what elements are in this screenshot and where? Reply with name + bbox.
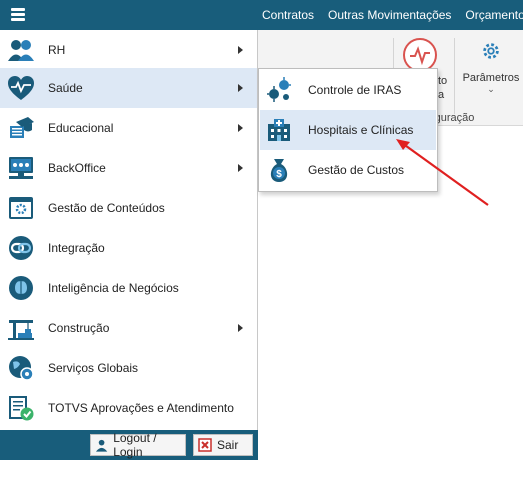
submenu-item-controle-iras[interactable]: Controle de IRAS xyxy=(260,70,436,110)
menu-item-servicos-globais[interactable]: Serviços Globais xyxy=(0,348,257,388)
ribbon-partial-label: to xyxy=(438,75,448,87)
menu-item-label: BackOffice xyxy=(48,161,106,175)
monitor-button[interactable] xyxy=(403,38,437,72)
crane-icon xyxy=(8,320,34,340)
approval-doc-icon xyxy=(9,396,34,421)
logout-login-button[interactable]: Logout / Login xyxy=(90,431,186,459)
chain-link-icon xyxy=(9,236,33,260)
menu-item-label: Gestão de Conteúdos xyxy=(48,201,165,215)
chevron-right-icon xyxy=(238,84,243,92)
parametros-button[interactable]: Parâmetros ⌄ xyxy=(462,36,520,100)
annotation-arrow-icon xyxy=(396,139,489,206)
gear-icon xyxy=(483,43,499,59)
menu-item-label: TOTVS Aprovações e Atendimento xyxy=(48,401,234,415)
menu-item-integracao[interactable]: Integração xyxy=(0,228,257,268)
chevron-right-icon xyxy=(238,124,243,132)
menu-item-backoffice[interactable]: BackOffice xyxy=(0,148,257,188)
sair-label: Sair xyxy=(217,438,239,452)
brain-icon xyxy=(9,276,33,300)
app-window: Contratos Outras Movimentações Orçamento… xyxy=(0,0,523,478)
menu-item-label: Saúde xyxy=(48,81,83,95)
hamburger-menu-icon[interactable] xyxy=(11,8,25,22)
ribbon-separator xyxy=(454,38,455,114)
money-bag-icon: $ xyxy=(270,159,288,182)
chevron-right-icon xyxy=(238,324,243,332)
menu-item-label: RH xyxy=(48,43,66,57)
monitor-icon xyxy=(9,157,33,179)
logout-login-label: Logout / Login xyxy=(113,431,157,459)
user-icon xyxy=(95,439,108,452)
exit-icon xyxy=(198,438,212,452)
sair-button[interactable]: Sair xyxy=(193,434,253,456)
hospital-icon xyxy=(268,119,290,141)
module-menu-panel: RH Saúde Educacional BackOffice Gestão d… xyxy=(0,30,258,460)
people-icon xyxy=(8,40,34,61)
menu-item-totvs-aprovacoes[interactable]: TOTVS Aprovações e Atendimento xyxy=(0,388,257,428)
menu-item-rh[interactable]: RH xyxy=(0,30,257,70)
menu-item-gestao-conteudos[interactable]: Gestão de Conteúdos xyxy=(0,188,257,228)
top-menu: Contratos Outras Movimentações Orçamento xyxy=(262,0,523,30)
submenu-item-label: Controle de IRAS xyxy=(308,83,402,97)
graduation-icon xyxy=(10,117,34,138)
chevron-right-icon xyxy=(238,164,243,172)
menu-outras-movimentacoes[interactable]: Outras Movimentações xyxy=(328,8,451,22)
ribbon-partial-label: a xyxy=(438,89,445,101)
menu-item-label: Integração xyxy=(48,241,105,255)
menu-item-saude[interactable]: Saúde xyxy=(0,68,257,108)
menu-item-label: Serviços Globais xyxy=(48,361,139,375)
menu-item-label: Construção xyxy=(48,321,110,335)
menu-orcamento[interactable]: Orçamento xyxy=(465,8,523,22)
top-bar: Contratos Outras Movimentações Orçamento xyxy=(0,0,523,30)
menu-item-construcao[interactable]: Construção xyxy=(0,308,257,348)
chevron-right-icon xyxy=(238,46,243,54)
menu-item-educacional[interactable]: Educacional xyxy=(0,108,257,148)
globe-icon xyxy=(9,356,34,381)
content-window-icon xyxy=(9,197,33,219)
menu-item-label: Educacional xyxy=(48,121,114,135)
svg-text:$: $ xyxy=(276,169,282,180)
bacteria-icon xyxy=(267,77,291,102)
chevron-down-icon: ⌄ xyxy=(487,84,495,94)
menu-item-inteligencia-negocios[interactable]: Inteligência de Negócios xyxy=(0,268,257,308)
heart-pulse-icon xyxy=(8,76,34,100)
parametros-label: Parâmetros xyxy=(462,72,520,84)
menu-contratos[interactable]: Contratos xyxy=(262,8,314,22)
bottom-bar: Logout / Login Sair xyxy=(0,430,258,460)
pulse-icon xyxy=(410,46,430,66)
menu-item-label: Inteligência de Negócios xyxy=(48,281,179,295)
